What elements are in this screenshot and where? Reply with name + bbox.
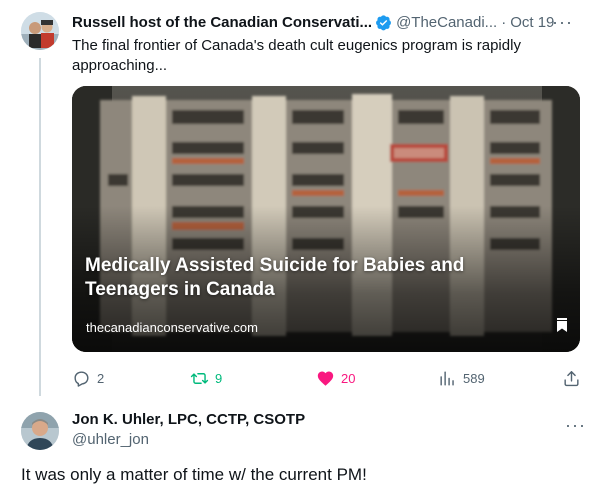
verified-icon <box>376 14 391 30</box>
reply-icon <box>74 370 89 387</box>
reply-more-icon[interactable]: ··· <box>565 416 586 434</box>
reply-button[interactable]: 2 <box>72 366 104 390</box>
tweet-text: The final frontier of Canada's death cul… <box>72 37 521 74</box>
thread-line <box>39 58 41 396</box>
more-icon[interactable]: ··· <box>552 13 573 31</box>
repost-button[interactable]: 9 <box>190 366 222 390</box>
card-title: Medically Assisted Suicide for Babies an… <box>85 255 465 300</box>
card-overlay <box>72 86 580 352</box>
tweet-header: Russell host of the Canadian Conservati.… <box>72 12 587 32</box>
separator-dot: · <box>501 13 507 31</box>
repost-icon <box>190 372 209 384</box>
author-name[interactable]: Russell host of the Canadian Conservati.… <box>72 14 372 31</box>
link-card[interactable]: Medically Assisted Suicide for Babies an… <box>72 86 580 352</box>
views-button[interactable]: 589 <box>438 366 485 390</box>
views-icon <box>440 370 454 386</box>
reply-author-name[interactable]: Jon K. Uhler, LPC, CCTP, CSOTP <box>72 411 305 428</box>
like-button[interactable]: 20 <box>316 366 355 390</box>
share-button[interactable] <box>562 366 587 390</box>
heart-icon <box>317 371 334 386</box>
bookmark-icon[interactable] <box>556 318 568 332</box>
reply-avatar[interactable] <box>21 412 59 450</box>
tweet-actions: 2 9 20 589 <box>72 366 584 390</box>
reply-count: 2 <box>97 370 105 386</box>
like-count: 20 <box>341 370 356 386</box>
tweet-time[interactable]: Oct 19 <box>510 14 554 31</box>
reply-author-handle[interactable]: @uhler_jon <box>72 431 149 448</box>
avatar[interactable] <box>21 12 59 50</box>
reply-text: It was only a matter of time w/ the curr… <box>21 465 367 484</box>
card-domain: thecanadianconservative.com <box>86 320 258 335</box>
share-icon <box>564 370 579 386</box>
author-handle[interactable]: @TheCanadi... <box>396 14 497 31</box>
repost-count: 9 <box>215 370 223 386</box>
views-count: 589 <box>463 370 485 386</box>
